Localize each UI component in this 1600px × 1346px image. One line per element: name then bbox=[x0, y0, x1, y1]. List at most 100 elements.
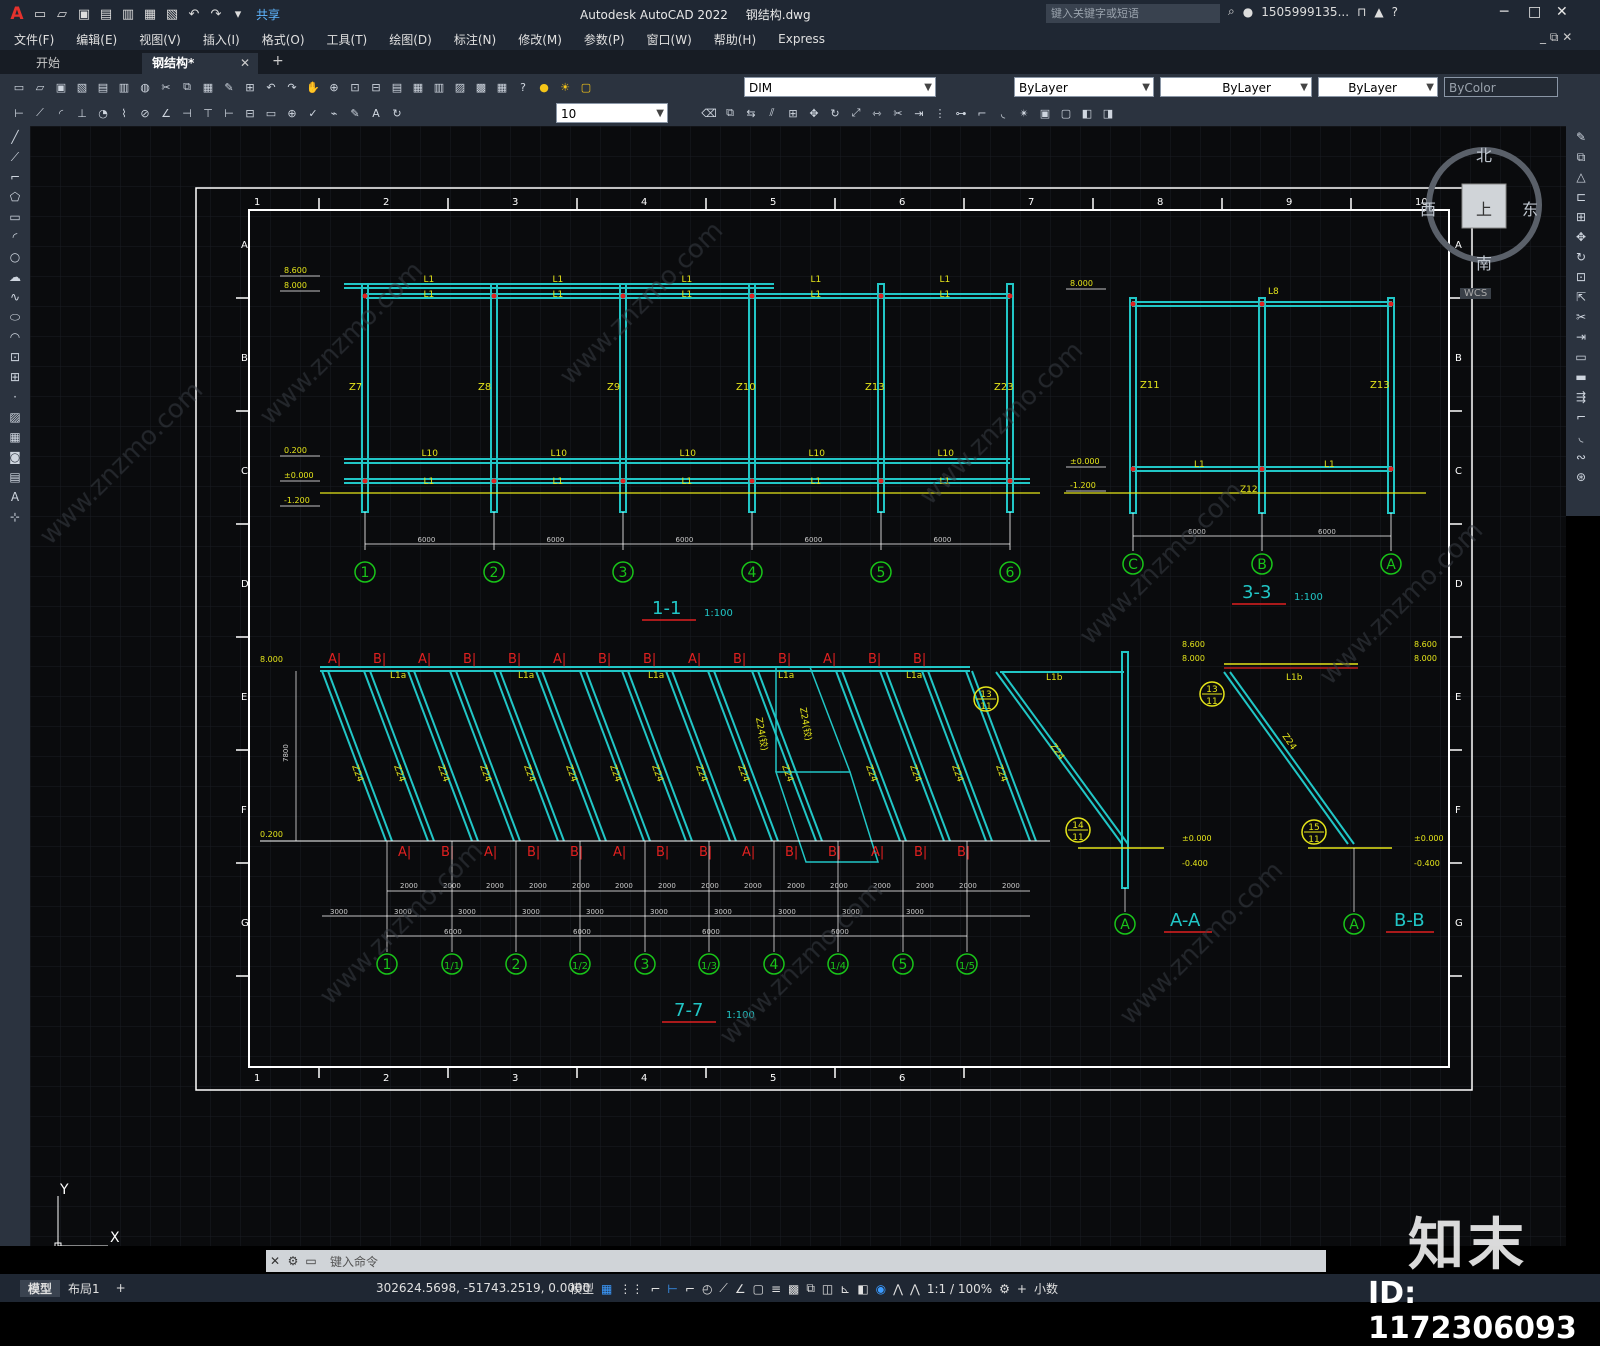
snap-icon[interactable]: ⋮⋮ bbox=[619, 1282, 643, 1296]
auto-scale-icon[interactable]: ⋀ bbox=[910, 1282, 920, 1296]
point-icon[interactable]: · bbox=[6, 390, 24, 406]
3d-dwf-icon[interactable]: ◍ bbox=[136, 78, 154, 96]
menu-draw[interactable]: 绘图(D) bbox=[378, 31, 443, 48]
undo-icon[interactable]: ↶ bbox=[184, 4, 204, 24]
viewcube[interactable]: 北 南 东 西 上 WCS bbox=[1420, 140, 1542, 299]
plot-icon[interactable]: ▧ bbox=[73, 78, 91, 96]
rotate-icon[interactable]: ↻ bbox=[826, 104, 844, 122]
infer-icon[interactable]: ⌐ bbox=[650, 1282, 660, 1296]
tool-palettes-icon[interactable]: ▥ bbox=[430, 78, 448, 96]
dynamic-input-icon[interactable]: ⊢ bbox=[667, 1282, 677, 1296]
offset-icon[interactable]: ⫽ bbox=[763, 104, 781, 122]
workspace-gear-icon[interactable]: ⚙ bbox=[999, 1282, 1010, 1296]
stretch-icon[interactable]: ⇱ bbox=[1572, 290, 1590, 306]
viewcube-north[interactable]: 北 bbox=[1476, 142, 1492, 166]
menu-insert[interactable]: 插入(I) bbox=[192, 31, 251, 48]
viewcube-west[interactable]: 西 bbox=[1420, 196, 1436, 220]
dim-space-icon[interactable]: ⊟ bbox=[241, 104, 259, 122]
design-center-icon[interactable]: ▦ bbox=[409, 78, 427, 96]
polyline-icon[interactable]: ⌐ bbox=[6, 170, 24, 186]
gradient-icon[interactable]: ▦ bbox=[6, 430, 24, 446]
redo-icon[interactable]: ↷ bbox=[283, 78, 301, 96]
join-icon[interactable]: ⇶ bbox=[1572, 390, 1590, 406]
scale-icon[interactable]: ⤢ bbox=[847, 104, 865, 122]
extend-icon[interactable]: ⇥ bbox=[1572, 330, 1590, 346]
units-dropdown[interactable]: 小数 bbox=[1034, 1280, 1058, 1297]
ellipse-arc-icon[interactable]: ◠ bbox=[6, 330, 24, 346]
construction-line-icon[interactable]: ⟋ bbox=[6, 150, 24, 166]
open-file-icon[interactable]: ▱ bbox=[52, 4, 72, 24]
copy-icon[interactable]: ⧉ bbox=[1572, 150, 1590, 166]
zoom-window-icon[interactable]: ⊡ bbox=[346, 78, 364, 96]
menu-window[interactable]: 窗口(W) bbox=[636, 31, 703, 48]
user-icon[interactable]: ● bbox=[1243, 5, 1253, 19]
menu-tools[interactable]: 工具(T) bbox=[316, 31, 379, 48]
paste-icon[interactable]: ▦ bbox=[199, 78, 217, 96]
annotation-scale[interactable]: 1:1 / 100% bbox=[927, 1282, 992, 1296]
cut-icon[interactable]: ✂ bbox=[157, 78, 175, 96]
linetype-dropdown[interactable]: ByLayer ▼ bbox=[1160, 77, 1312, 97]
annotation-visibility-icon[interactable]: ⋀ bbox=[893, 1282, 903, 1296]
rectangle-icon[interactable]: ▭ bbox=[6, 210, 24, 226]
calculator-icon[interactable]: ▦ bbox=[493, 78, 511, 96]
dim-continue-icon[interactable]: ⊢ bbox=[220, 104, 238, 122]
new-tab-icon[interactable]: + bbox=[272, 53, 284, 69]
ungroup-icon[interactable]: ▢ bbox=[1057, 104, 1075, 122]
cart-icon[interactable]: ⊓ bbox=[1357, 5, 1366, 19]
erase-icon[interactable]: ⌫ bbox=[700, 104, 718, 122]
publish-icon[interactable]: ▥ bbox=[115, 78, 133, 96]
scale-icon[interactable]: ⊡ bbox=[1572, 270, 1590, 286]
explode-icon[interactable]: ⊛ bbox=[1572, 470, 1590, 486]
draworder-icon[interactable]: ◨ bbox=[1099, 104, 1117, 122]
layer-lock-icon[interactable]: ▢ bbox=[577, 78, 595, 96]
osnap-icon[interactable]: ▢ bbox=[753, 1282, 764, 1296]
dim-update-icon[interactable]: ↻ bbox=[388, 104, 406, 122]
layer-dropdown[interactable]: DIM ▼ bbox=[744, 77, 936, 97]
inspect-icon[interactable]: ✓ bbox=[304, 104, 322, 122]
mirror-icon[interactable]: ⇆ bbox=[742, 104, 760, 122]
help-button[interactable]: ? bbox=[1392, 5, 1398, 19]
array-icon[interactable]: ⊞ bbox=[1572, 210, 1590, 226]
tolerance-icon[interactable]: ▭ bbox=[262, 104, 280, 122]
match-prop-icon[interactable]: ✎ bbox=[220, 78, 238, 96]
gizmo-icon[interactable]: ◉ bbox=[876, 1282, 886, 1296]
dim-edit-icon[interactable]: ✎ bbox=[346, 104, 364, 122]
customize-dropdown-icon[interactable]: ▾ bbox=[228, 4, 248, 24]
dim-linear-icon[interactable]: ⊢ bbox=[10, 104, 28, 122]
menu-format[interactable]: 格式(O) bbox=[251, 31, 316, 48]
arc-icon[interactable]: ◜ bbox=[6, 230, 24, 246]
region-icon[interactable]: ◙ bbox=[6, 450, 24, 466]
menu-parametric[interactable]: 参数(P) bbox=[573, 31, 636, 48]
color-dropdown[interactable]: ByLayer ▼ bbox=[1014, 77, 1154, 97]
close-icon[interactable]: ✕ bbox=[1556, 4, 1568, 20]
trim-icon[interactable]: ✂ bbox=[889, 104, 907, 122]
dim-text-edit-icon[interactable]: A bbox=[367, 104, 385, 122]
polar-icon[interactable]: ◴ bbox=[702, 1282, 712, 1296]
blend-icon[interactable]: ∾ bbox=[1572, 450, 1590, 466]
fillet-icon[interactable]: ◟ bbox=[994, 104, 1012, 122]
menu-modify[interactable]: 修改(M) bbox=[507, 31, 573, 48]
share-button[interactable]: 共享 bbox=[256, 6, 280, 23]
dim-arc-icon[interactable]: ◜ bbox=[52, 104, 70, 122]
pan-icon[interactable]: ✋ bbox=[304, 78, 322, 96]
menu-help[interactable]: 帮助(H) bbox=[703, 31, 767, 48]
move-icon[interactable]: ✥ bbox=[805, 104, 823, 122]
maximize-icon[interactable]: □ bbox=[1528, 4, 1541, 20]
join-icon[interactable]: ⊶ bbox=[952, 104, 970, 122]
zoom-realtime-icon[interactable]: ⊕ bbox=[325, 78, 343, 96]
explode-icon[interactable]: ✴ bbox=[1015, 104, 1033, 122]
rotate-icon[interactable]: ↻ bbox=[1572, 250, 1590, 266]
command-customize-icon[interactable]: ⚙ bbox=[284, 1254, 302, 1268]
add-selected-icon[interactable]: ⊹ bbox=[6, 510, 24, 526]
viewcube-south[interactable]: 南 bbox=[1476, 250, 1492, 274]
tab-layout1[interactable]: 布局1 bbox=[60, 1280, 108, 1297]
circle-icon[interactable]: ○ bbox=[6, 250, 24, 266]
isolate-icon[interactable]: ◧ bbox=[1078, 104, 1096, 122]
minimize-icon[interactable]: ─ bbox=[1500, 4, 1508, 20]
web-open-icon[interactable]: ▥ bbox=[118, 4, 138, 24]
erase-icon[interactable]: ✎ bbox=[1572, 130, 1590, 146]
lineweight-dropdown[interactable]: ByLayer ▼ bbox=[1318, 77, 1438, 97]
move-icon[interactable]: ✥ bbox=[1572, 230, 1590, 246]
block-editor-icon[interactable]: ⊞ bbox=[241, 78, 259, 96]
ellipse-icon[interactable]: ⬭ bbox=[6, 310, 24, 326]
